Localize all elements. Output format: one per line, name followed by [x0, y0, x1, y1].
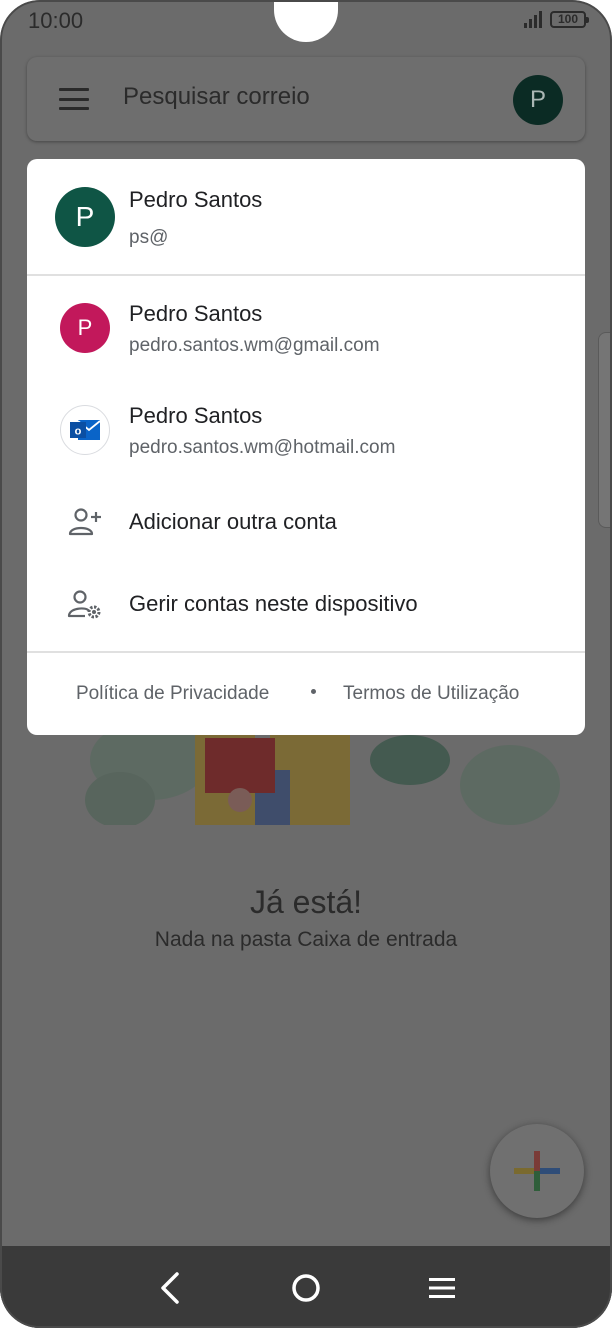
- search-bar[interactable]: Pesquisar correio P: [27, 57, 585, 141]
- privacy-policy-link[interactable]: Política de Privacidade: [76, 683, 269, 705]
- recents-menu-icon: [429, 1278, 455, 1298]
- home-button[interactable]: [286, 1268, 326, 1308]
- recents-button[interactable]: [422, 1268, 462, 1308]
- account-switcher-card: P Pedro Santos ps@ P Pedro Santos pedro.…: [27, 159, 585, 735]
- empty-inbox-illustration: [80, 730, 560, 840]
- svg-text:o: o: [75, 426, 82, 438]
- phone-screen: 10:00 100 Pesquisar correio P Já está! N…: [0, 0, 612, 1328]
- home-icon: [292, 1274, 320, 1302]
- empty-inbox-title: Já está!: [249, 884, 363, 920]
- menu-icon[interactable]: [59, 88, 89, 110]
- empty-inbox-subtitle: Nada na pasta Caixa de entrada: [154, 928, 458, 951]
- add-account-label: Adicionar outra conta: [129, 509, 337, 534]
- footer-separator-dot: [311, 689, 316, 694]
- add-person-icon: [68, 508, 101, 536]
- current-account-avatar: P: [55, 187, 115, 247]
- status-time: 10:00: [28, 8, 84, 33]
- search-input[interactable]: Pesquisar correio: [123, 83, 310, 111]
- account-name: Pedro Santos: [129, 403, 263, 428]
- terms-of-use-link[interactable]: Termos de Utilização: [343, 683, 519, 705]
- back-button[interactable]: [150, 1268, 190, 1308]
- divider: [27, 651, 585, 653]
- manage-accounts-label: Gerir contas neste dispositivo: [129, 591, 418, 616]
- side-panel-handle[interactable]: [598, 332, 612, 528]
- compose-button[interactable]: [490, 1124, 584, 1218]
- outlook-icon: o: [60, 405, 110, 455]
- status-icons: 100: [524, 10, 589, 28]
- divider: [27, 274, 585, 276]
- compose-plus-icon: [514, 1151, 560, 1191]
- battery-icon: 100: [550, 10, 589, 28]
- signal-icon: [524, 10, 542, 28]
- gmail-account-avatar: P: [60, 303, 110, 353]
- account-name: Pedro Santos: [129, 301, 263, 326]
- account-avatar-button[interactable]: P: [513, 75, 563, 125]
- camera-notch: [274, 0, 338, 42]
- manage-accounts-icon: [67, 590, 101, 619]
- account-email: pedro.santos.wm@hotmail.com: [129, 437, 396, 458]
- account-email: pedro.santos.wm@gmail.com: [129, 335, 380, 356]
- back-icon: [161, 1272, 179, 1304]
- current-account-name: Pedro Santos: [129, 187, 263, 212]
- system-nav-bar: [0, 1246, 612, 1328]
- current-account-email: ps@: [129, 227, 169, 248]
